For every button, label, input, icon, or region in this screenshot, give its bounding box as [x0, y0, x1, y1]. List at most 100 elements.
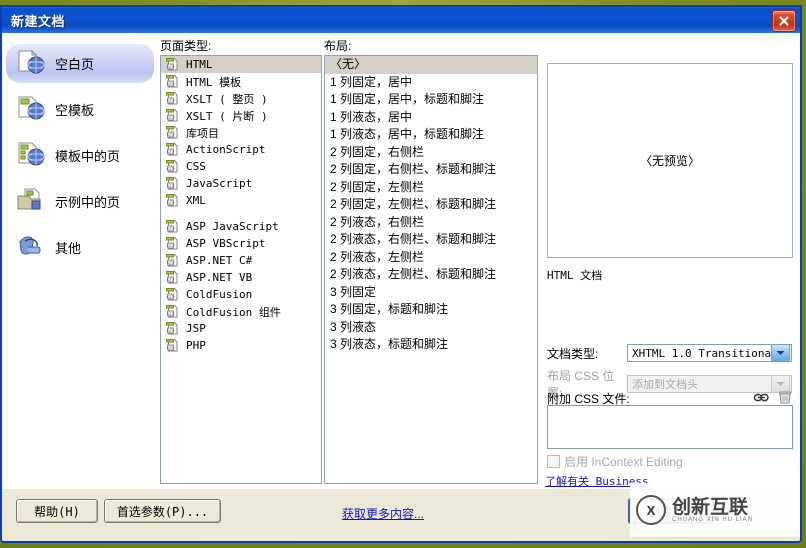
layout-list-item[interactable]: 3 列液态，标题和脚注	[325, 336, 537, 354]
page-type-list-item[interactable]: </> ColdFusion 组件	[161, 303, 321, 320]
layout-list-item[interactable]: 2 列固定，右侧栏	[325, 144, 537, 162]
svg-text:</>: </>	[166, 226, 174, 232]
page-type-list-item[interactable]: </> XSLT ( 片断 )	[161, 107, 321, 124]
page-type-list-item[interactable]: </> HTML 模板	[161, 73, 321, 90]
list-item-label: ActionScript	[186, 143, 266, 156]
list-item-label: ASP.NET C#	[186, 254, 253, 267]
sidebar-item-blank-page[interactable]: 空白页	[6, 43, 154, 83]
watermark-sub: CHUANG XIN HU LIAN	[672, 516, 754, 523]
list-item-label: XML	[186, 194, 206, 207]
preview-placeholder: 〈无预览〉	[639, 154, 700, 168]
list-item-label: HTML 模板	[186, 75, 242, 89]
layout-list-item[interactable]: 2 列液态，左侧栏	[325, 249, 537, 267]
document-file-icon: </>	[165, 253, 180, 268]
svg-text:</>: </>	[166, 149, 174, 155]
layout-list-item[interactable]: 1 列固定，居中	[325, 74, 537, 92]
attached-css-listbox[interactable]	[547, 405, 793, 449]
page-type-list-item[interactable]: </> ActionScript	[161, 141, 321, 158]
watermark-mark: X	[636, 495, 666, 525]
svg-text:</>: </>	[166, 166, 174, 172]
svg-text:</>: </>	[166, 98, 174, 104]
document-file-icon: </>	[165, 270, 180, 285]
close-glyph	[779, 16, 789, 26]
page-type-list-item[interactable]: </> HTML	[161, 56, 321, 73]
new-document-dialog: 新建文档 空白页 空模板 模板中的页 示例中的页 其他 页面类型: </> HT…	[0, 5, 802, 543]
sidebar-item-other[interactable]: 其他	[6, 227, 154, 267]
list-item-label: XSLT ( 片断 )	[186, 109, 268, 123]
svg-text:</>: </>	[166, 183, 174, 189]
layout-list-item[interactable]: 3 列液态	[325, 319, 537, 337]
layout-list-item[interactable]: 3 列固定	[325, 284, 537, 302]
chain-link-icon[interactable]	[753, 392, 769, 406]
layout-list-item[interactable]: 2 列固定，右侧栏、标题和脚注	[325, 161, 537, 179]
page-type-list-item[interactable]: </> ASP.NET VB	[161, 269, 321, 286]
layout-list-item[interactable]: 2 列液态，右侧栏、标题和脚注	[325, 231, 537, 249]
doctype-select[interactable]: XHTML 1.0 Transitional	[627, 344, 792, 362]
list-item-label: ColdFusion	[186, 288, 253, 301]
layout-list-item[interactable]: 2 列液态，右侧栏	[325, 214, 537, 232]
watermark-text: 创新互联	[672, 496, 749, 518]
list-item-label: ASP.NET VB	[186, 271, 253, 284]
doctype-row: 文档类型: XHTML 1.0 Transitional	[547, 344, 792, 362]
list-item-label: HTML	[186, 58, 213, 71]
document-file-icon: </>	[165, 304, 180, 319]
page-type-header: 页面类型:	[160, 39, 212, 53]
sidebar-item-label: 示例中的页	[55, 194, 121, 210]
svg-text:</>: </>	[166, 132, 174, 138]
page-type-list-item[interactable]: </> ASP JavaScript	[161, 218, 321, 235]
page-type-list-item[interactable]: </> PHP	[161, 337, 321, 354]
blank-template-icon	[16, 95, 46, 123]
page-type-list[interactable]: </> HTML </> HTML 模板 </> XSLT ( 整页 ) </> XSLT (…	[160, 55, 322, 484]
sidebar-item-blank-template[interactable]: 空模板	[6, 89, 154, 129]
list-item-label: XSLT ( 整页 )	[186, 92, 268, 106]
list-item-label: JSP	[186, 322, 206, 335]
sidebar-item-page-from-template[interactable]: 模板中的页	[6, 135, 154, 175]
page-type-list-item[interactable]: </> JSP	[161, 320, 321, 337]
document-file-icon: </>	[165, 236, 180, 251]
get-more-content-link[interactable]: 获取更多内容...	[342, 505, 424, 522]
page-type-list-item[interactable]: </> ASP.NET C#	[161, 252, 321, 269]
page-type-list-item[interactable]: </> ASP VBScript	[161, 235, 321, 252]
page-type-list-item[interactable]: </> XML	[161, 192, 321, 209]
preferences-button[interactable]: 首选参数(P)...	[104, 499, 221, 523]
category-sidebar: 空白页 空模板 模板中的页 示例中的页 其他	[6, 37, 154, 485]
preview-pane: 〈无预览〉	[547, 63, 793, 258]
layout-list-item[interactable]: 1 列固定，居中，标题和脚注	[325, 91, 537, 109]
sidebar-item-label: 模板中的页	[55, 148, 121, 164]
layout-list-item[interactable]: 2 列固定，左侧栏、标题和脚注	[325, 196, 537, 214]
document-file-icon: </>	[165, 219, 180, 234]
help-button[interactable]: 帮助(H)	[16, 499, 98, 523]
doctype-value: XHTML 1.0 Transitional	[632, 346, 771, 360]
layout-list-item[interactable]: 1 列液态，居中	[325, 109, 537, 127]
document-file-icon: </>	[165, 108, 180, 123]
svg-text:</>: </>	[166, 345, 174, 351]
document-file-icon: </>	[165, 321, 180, 336]
page-type-list-item[interactable]: </> JavaScript	[161, 175, 321, 192]
sidebar-item-label: 其他	[55, 240, 82, 256]
document-file-icon: </>	[165, 142, 180, 157]
page-type-list-item[interactable]: </> CSS	[161, 158, 321, 175]
document-file-icon: </>	[165, 287, 180, 302]
document-file-icon: </>	[165, 159, 180, 174]
layout-list-item[interactable]: 3 列固定，标题和脚注	[325, 301, 537, 319]
sidebar-item-page-from-sample[interactable]: 示例中的页	[6, 181, 154, 221]
svg-text:</>: </>	[166, 328, 174, 334]
sidebar-item-label: 空白页	[55, 56, 95, 72]
svg-text:</>: </>	[166, 243, 174, 249]
svg-text:</>: </>	[166, 115, 174, 121]
checkbox-box	[547, 455, 560, 468]
page-type-list-item[interactable]: </> ColdFusion	[161, 286, 321, 303]
layout-list-item[interactable]: 〈无〉	[325, 56, 537, 74]
page-type-list-item[interactable]: </> XSLT ( 整页 )	[161, 90, 321, 107]
svg-text:</>: </>	[166, 294, 174, 300]
close-icon[interactable]	[772, 10, 796, 32]
document-file-icon: </>	[165, 338, 180, 353]
layout-list-item[interactable]: 2 列固定，左侧栏	[325, 179, 537, 197]
blank-page-icon	[16, 49, 46, 77]
layout-list-item[interactable]: 2 列液态，左侧栏、标题和脚注	[325, 266, 537, 284]
page-type-list-item[interactable]: </> 库项目	[161, 124, 321, 141]
list-item-label: CSS	[186, 160, 206, 173]
layout-list[interactable]: 〈无〉 1 列固定，居中 1 列固定，居中，标题和脚注 1 列液态，居中 1 列液态，居…	[324, 55, 538, 484]
layout-list-item[interactable]: 1 列液态，居中，标题和脚注	[325, 126, 537, 144]
layout-header: 布局:	[324, 39, 352, 53]
